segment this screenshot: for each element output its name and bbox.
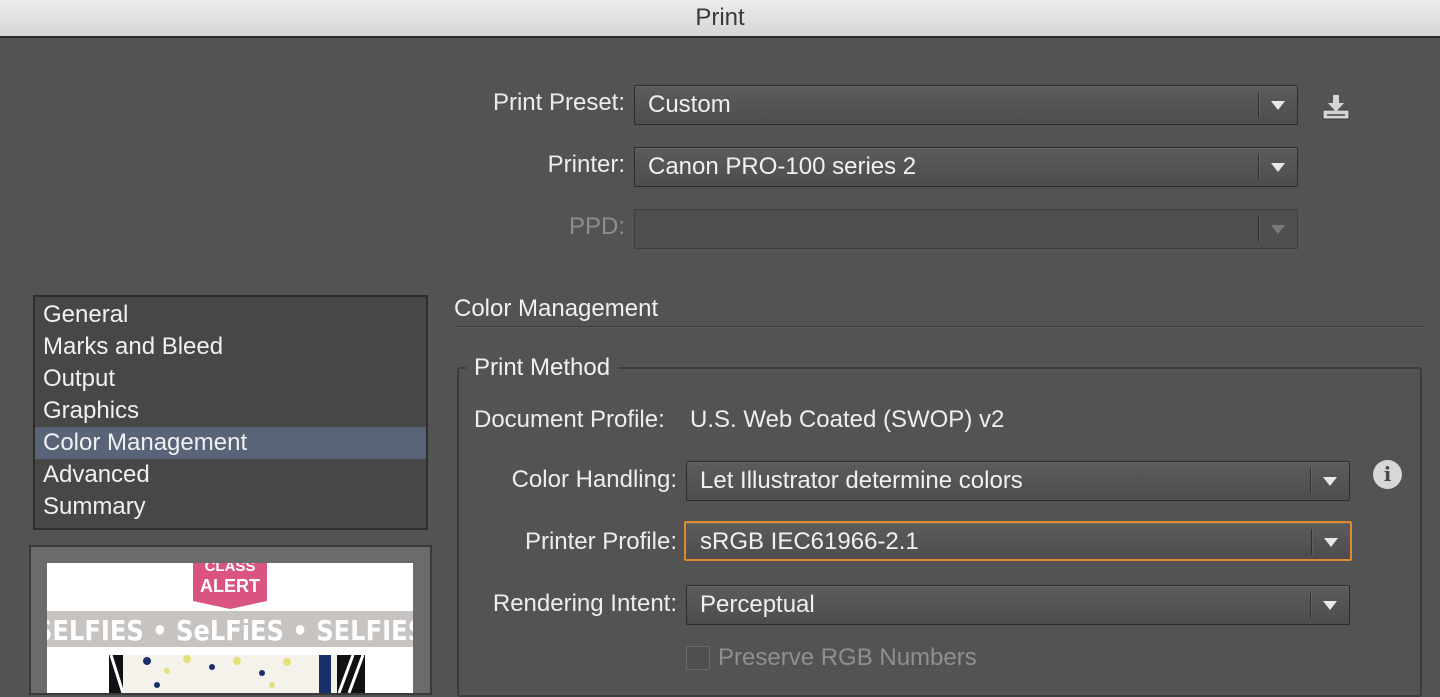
preserve-rgb-checkbox[interactable] — [686, 646, 710, 670]
preserve-rgb-label: Preserve RGB Numbers — [718, 644, 977, 671]
preview-artwork: CLASS ALERT SELFIES • SeLFiES • SELFIES — [47, 563, 413, 693]
section-title: Color Management — [454, 295, 659, 322]
preview-banner-line1: CLASS — [205, 563, 256, 575]
ppd-label: PPD: — [568, 213, 625, 240]
print-preset-dropdown[interactable]: Custom — [634, 85, 1298, 125]
print-preset-value: Custom — [648, 91, 731, 118]
printer-dropdown[interactable]: Canon PRO-100 series 2 — [634, 147, 1298, 187]
category-item-advanced[interactable]: Advanced — [35, 459, 426, 491]
dropdown-divider — [1258, 216, 1259, 242]
document-profile-value: U.S. Web Coated (SWOP) v2 — [690, 406, 1005, 433]
printer-profile-value: sRGB IEC61966-2.1 — [700, 528, 919, 555]
category-item-summary[interactable]: Summary — [35, 491, 426, 523]
printer-profile-dropdown[interactable]: sRGB IEC61966-2.1 — [684, 521, 1352, 561]
category-item-graphics[interactable]: Graphics — [35, 395, 426, 427]
printer-value: Canon PRO-100 series 2 — [648, 153, 917, 180]
printer-label: Printer: — [547, 151, 625, 178]
window-title-bar: Print — [0, 0, 1440, 38]
info-icon[interactable]: i — [1373, 460, 1402, 489]
section-divider — [454, 326, 1424, 327]
dropdown-divider — [1258, 92, 1259, 118]
preview-page: CLASS ALERT SELFIES • SeLFiES • SELFIES — [47, 563, 413, 693]
dropdown-divider — [1311, 529, 1312, 555]
rendering-intent-dropdown[interactable]: Perceptual — [686, 585, 1350, 625]
print-method-title: Print Method — [466, 354, 619, 382]
dropdown-divider — [1310, 592, 1311, 618]
color-handling-value: Let Illustrator determine colors — [700, 467, 1023, 494]
window-title: Print — [695, 4, 745, 31]
color-handling-label: Color Handling: — [511, 466, 677, 493]
dropdown-divider — [1258, 154, 1259, 180]
print-preset-label: Print Preset: — [492, 89, 625, 116]
category-item-marks-and-bleed[interactable]: Marks and Bleed — [35, 331, 426, 363]
chevron-down-icon — [1271, 163, 1285, 172]
rendering-intent-label: Rendering Intent: — [492, 590, 677, 617]
dropdown-divider — [1310, 468, 1311, 494]
document-profile-label: Document Profile: — [474, 406, 665, 433]
category-item-general[interactable]: General — [35, 299, 426, 331]
category-item-color-management[interactable]: Color Management — [35, 427, 426, 459]
preview-strip-text: SELFIES • SeLFiES • SELFIES — [47, 614, 413, 647]
color-handling-dropdown[interactable]: Let Illustrator determine colors — [686, 461, 1350, 501]
chevron-down-icon — [1323, 601, 1337, 610]
ppd-dropdown — [634, 209, 1298, 249]
rendering-intent-value: Perceptual — [700, 591, 815, 618]
chevron-down-icon — [1271, 101, 1285, 110]
printer-profile-label: Printer Profile: — [524, 528, 677, 555]
chevron-down-icon — [1271, 225, 1285, 234]
save-preset-icon[interactable] — [1318, 90, 1354, 124]
category-item-output[interactable]: Output — [35, 363, 426, 395]
print-preview[interactable]: CLASS ALERT SELFIES • SeLFiES • SELFIES — [29, 545, 432, 695]
chevron-down-icon — [1323, 477, 1337, 486]
preview-banner-line2: ALERT — [200, 576, 260, 596]
category-list: General Marks and Bleed Output Graphics … — [33, 295, 428, 530]
chevron-down-icon — [1324, 538, 1338, 547]
